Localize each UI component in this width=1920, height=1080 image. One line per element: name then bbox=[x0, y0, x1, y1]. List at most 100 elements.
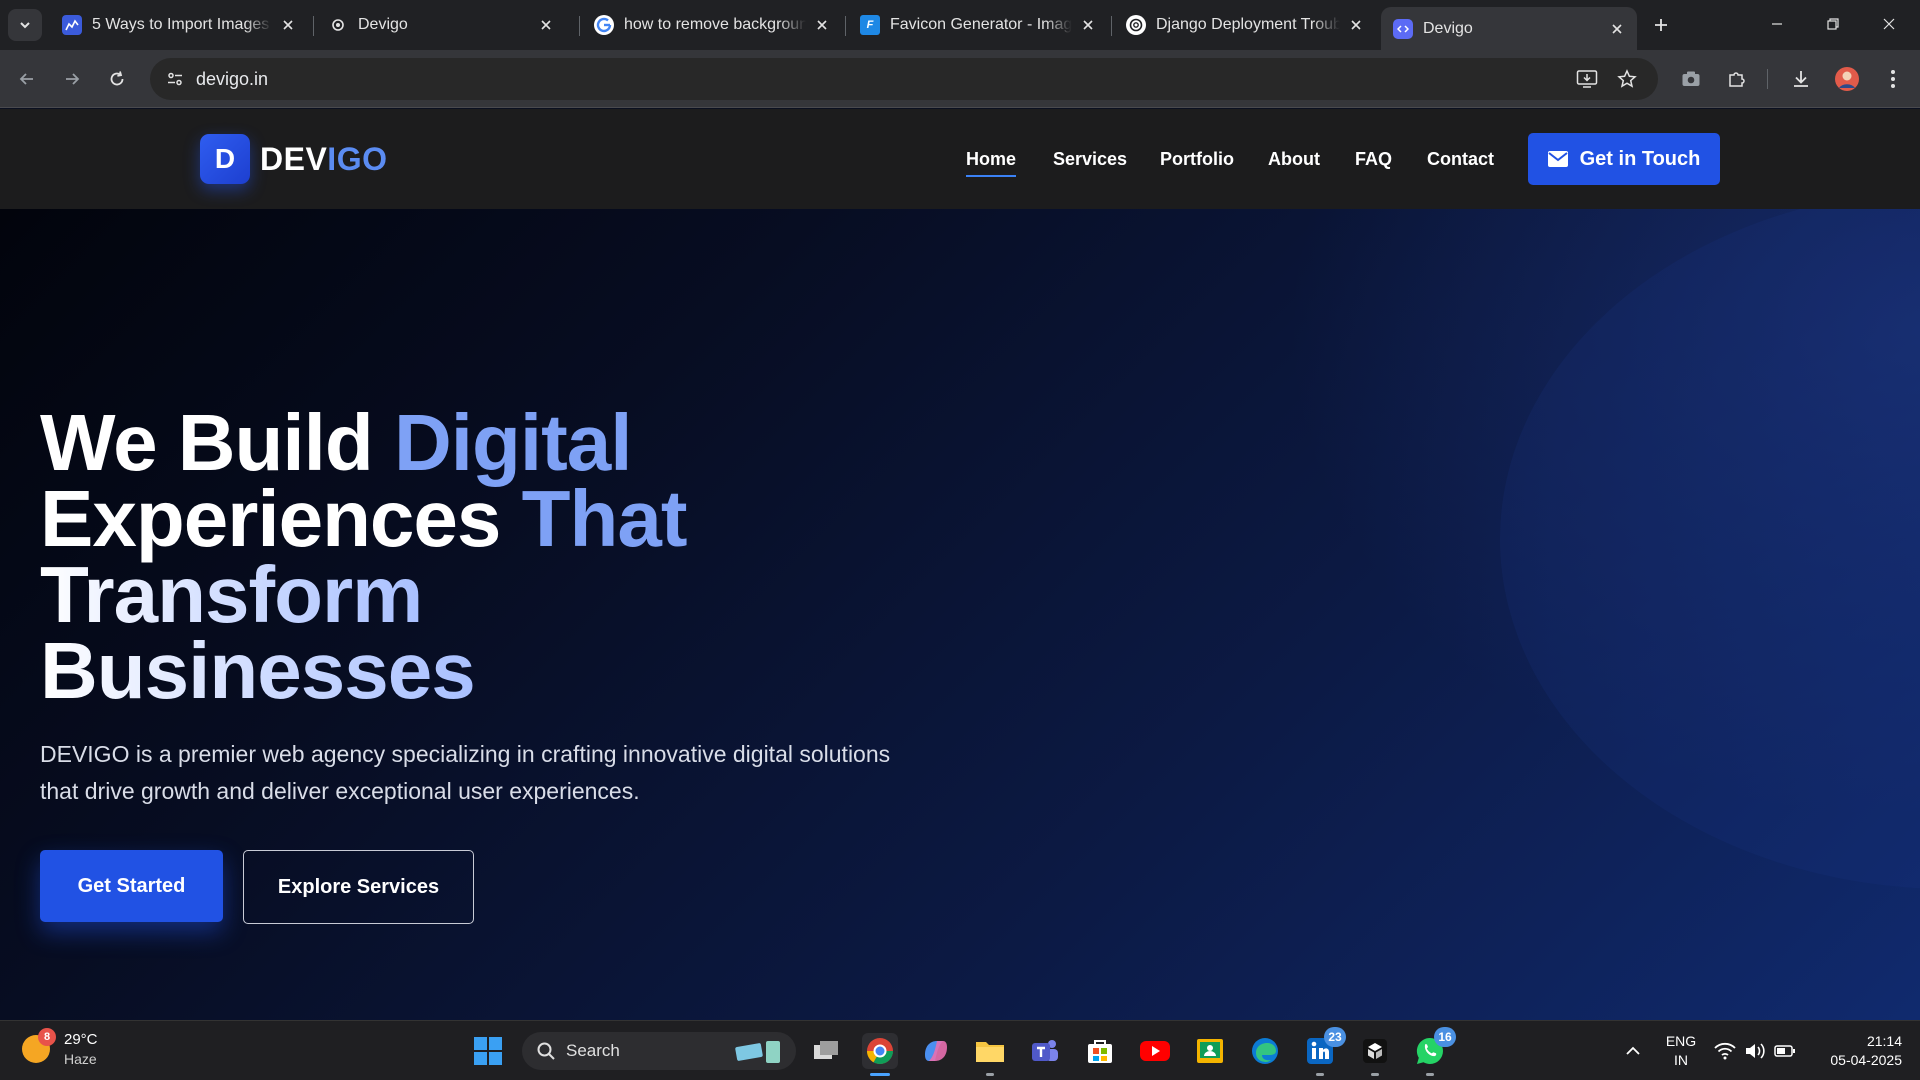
arrow-right-icon bbox=[66, 73, 80, 85]
classroom-icon bbox=[1197, 1039, 1223, 1063]
taskbar-whatsapp[interactable]: 16 bbox=[1412, 1027, 1456, 1076]
close-icon[interactable] bbox=[1346, 15, 1366, 35]
profile-avatar[interactable] bbox=[1830, 62, 1864, 96]
notification-badge: 23 bbox=[1324, 1027, 1346, 1047]
nav-portfolio[interactable]: Portfolio bbox=[1160, 149, 1234, 170]
logo-text[interactable]: DEVIGO bbox=[260, 141, 387, 178]
more-vertical-icon bbox=[1891, 70, 1895, 88]
extensions-button[interactable] bbox=[1720, 62, 1754, 96]
taskbar-linkedin[interactable]: 23 bbox=[1302, 1027, 1346, 1076]
minimize-icon bbox=[1772, 23, 1782, 25]
clock[interactable]: 21:14 05-04-2025 bbox=[1812, 1032, 1902, 1070]
close-icon[interactable] bbox=[536, 15, 556, 35]
tab-search-button[interactable] bbox=[8, 9, 42, 41]
minimize-button[interactable] bbox=[1754, 8, 1800, 40]
search-icon bbox=[537, 1042, 555, 1060]
chrome-icon bbox=[866, 1038, 894, 1065]
close-icon bbox=[1883, 18, 1895, 30]
tab-title: Devigo bbox=[1423, 19, 1473, 37]
windows-taskbar: 8 29°C Haze Search 23 16 ENG IN 21:14 05… bbox=[0, 1020, 1920, 1080]
google-icon bbox=[594, 15, 614, 35]
windows-logo-icon bbox=[474, 1037, 502, 1065]
browser-menu-button[interactable] bbox=[1876, 62, 1910, 96]
get-started-button[interactable]: Get Started bbox=[40, 850, 223, 922]
network-volume-battery[interactable] bbox=[1710, 1033, 1800, 1069]
taskbar-classroom[interactable] bbox=[1192, 1033, 1228, 1069]
taskbar-search-box[interactable]: Search bbox=[522, 1032, 796, 1070]
close-window-button[interactable] bbox=[1866, 8, 1912, 40]
start-button[interactable] bbox=[470, 1033, 506, 1069]
headline-line-3: Transform bbox=[40, 555, 940, 635]
chevron-down-icon bbox=[20, 22, 30, 29]
address-bar[interactable]: devigo.in bbox=[150, 58, 1658, 100]
restore-icon bbox=[1827, 18, 1839, 30]
edge-icon bbox=[1252, 1038, 1278, 1064]
tab-1[interactable]: 5 Ways to Import Images in bbox=[50, 7, 308, 43]
volume-icon bbox=[1746, 1043, 1765, 1059]
explore-services-button[interactable]: Explore Services bbox=[243, 850, 474, 924]
site-info-icon[interactable] bbox=[160, 64, 190, 94]
taskbar-youtube[interactable] bbox=[1137, 1033, 1173, 1069]
close-icon[interactable] bbox=[812, 15, 832, 35]
url-text: devigo.in bbox=[196, 69, 269, 89]
tab-4[interactable]: F Favicon Generator - Image bbox=[848, 7, 1108, 43]
tab-title: Favicon Generator - Image bbox=[890, 16, 1072, 33]
tab-3[interactable]: how to remove backgroun bbox=[582, 7, 842, 43]
logo-mark[interactable]: D bbox=[200, 134, 250, 184]
camera-extension-button[interactable] bbox=[1674, 62, 1708, 96]
hero-section: We Build Digital Experiences That Transf… bbox=[0, 209, 1920, 1020]
headline-line-2: Experiences That bbox=[40, 479, 940, 559]
install-app-icon[interactable] bbox=[1572, 64, 1602, 94]
envelope-icon bbox=[1547, 151, 1568, 167]
taskbar-copilot[interactable] bbox=[918, 1033, 954, 1069]
store-icon bbox=[1088, 1040, 1112, 1063]
browser-tab-strip: 5 Ways to Import Images in Devigo how to… bbox=[0, 0, 1920, 50]
tab-2[interactable]: Devigo bbox=[316, 7, 566, 43]
reload-button[interactable] bbox=[100, 62, 134, 96]
show-hidden-icons-button[interactable] bbox=[1615, 1033, 1651, 1069]
logo-text-part1: DEV bbox=[260, 141, 328, 177]
downloads-button[interactable] bbox=[1784, 62, 1818, 96]
task-view-button[interactable] bbox=[808, 1033, 844, 1069]
notification-badge: 16 bbox=[1434, 1027, 1456, 1047]
puzzle-icon bbox=[1729, 72, 1745, 87]
tab-separator bbox=[845, 16, 846, 36]
nav-home[interactable]: Home bbox=[966, 149, 1017, 177]
get-in-touch-button[interactable]: Get in Touch bbox=[1528, 133, 1720, 185]
copilot-icon bbox=[925, 1041, 947, 1061]
close-icon[interactable] bbox=[278, 15, 298, 35]
tab-6-active[interactable]: Devigo bbox=[1381, 7, 1637, 50]
restore-button[interactable] bbox=[1810, 8, 1856, 40]
bookmark-star-icon[interactable] bbox=[1612, 64, 1642, 94]
close-icon[interactable] bbox=[1607, 19, 1627, 39]
nav-about[interactable]: About bbox=[1268, 149, 1320, 170]
teams-icon bbox=[1032, 1040, 1058, 1061]
back-button[interactable] bbox=[10, 62, 44, 96]
new-tab-button[interactable] bbox=[1648, 12, 1674, 38]
taskbar-microsoft-store[interactable] bbox=[1082, 1033, 1118, 1069]
clock-date: 05-04-2025 bbox=[1830, 1052, 1902, 1068]
browser-toolbar: devigo.in bbox=[0, 50, 1920, 108]
get-in-touch-label: Get in Touch bbox=[1579, 147, 1701, 170]
battery-icon bbox=[1774, 1045, 1795, 1057]
taskbar-dark-app[interactable] bbox=[1357, 1033, 1393, 1076]
taskbar-edge[interactable] bbox=[1247, 1033, 1283, 1069]
taskbar-chrome[interactable] bbox=[862, 1033, 898, 1076]
forward-button[interactable] bbox=[55, 62, 89, 96]
folder-icon bbox=[976, 1042, 1004, 1062]
nav-faq[interactable]: FAQ bbox=[1355, 149, 1392, 170]
cube-app-icon bbox=[1363, 1039, 1387, 1063]
tab-5[interactable]: Django Deployment Troub bbox=[1114, 7, 1376, 43]
tab-title: Django Deployment Troub bbox=[1156, 16, 1340, 33]
taskbar-search-label: Search bbox=[566, 1041, 620, 1060]
favicon-f-icon: F bbox=[860, 15, 880, 35]
taskbar-teams[interactable] bbox=[1027, 1033, 1063, 1069]
taskbar-file-explorer[interactable] bbox=[972, 1033, 1008, 1076]
toolbar-divider bbox=[1767, 69, 1768, 89]
nav-services[interactable]: Services bbox=[1053, 149, 1127, 170]
weather-badge: 8 bbox=[38, 1028, 56, 1046]
close-icon[interactable] bbox=[1078, 15, 1098, 35]
hero-description-line-1: DEVIGO is a premier web agency specializ… bbox=[40, 741, 891, 767]
language-indicator[interactable]: ENG IN bbox=[1660, 1032, 1702, 1070]
nav-contact[interactable]: Contact bbox=[1427, 149, 1494, 170]
